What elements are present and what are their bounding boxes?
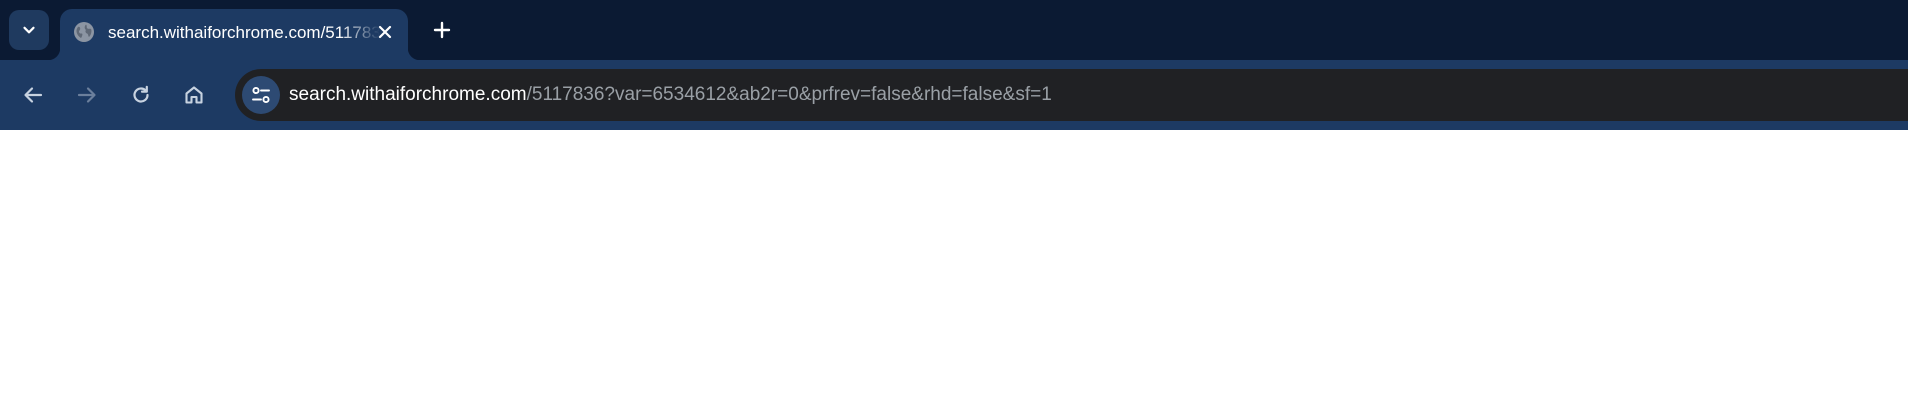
chevron-down-icon: [21, 22, 37, 38]
address-bar[interactable]: search.withaiforchrome.com/5117836?var=6…: [235, 69, 1908, 121]
home-button[interactable]: [172, 73, 216, 117]
forward-button[interactable]: [65, 73, 109, 117]
url-text[interactable]: search.withaiforchrome.com/5117836?var=6…: [289, 69, 1052, 121]
tab-close-button[interactable]: [371, 18, 399, 46]
tune-icon: [250, 84, 272, 106]
reload-icon: [130, 84, 152, 106]
tab-search-button[interactable]: [9, 10, 49, 50]
reload-button[interactable]: [119, 73, 163, 117]
globe-icon: [73, 21, 95, 43]
new-tab-button[interactable]: [424, 12, 460, 48]
url-path: /5117836?var=6534612&ab2r=0&prfrev=false…: [526, 84, 1052, 105]
site-info-button[interactable]: [242, 76, 280, 114]
active-tab[interactable]: search.withaiforchrome.com/5117836?var=6…: [48, 9, 420, 60]
url-host: search.withaiforchrome.com: [289, 84, 527, 105]
browser-window: search.withaiforchrome.com/5117836?var=6…: [0, 0, 1908, 402]
arrow-right-icon: [76, 84, 98, 106]
page-content: [0, 130, 1908, 402]
close-icon: [378, 25, 392, 39]
arrow-left-icon: [22, 84, 44, 106]
toolbar: search.withaiforchrome.com/5117836?var=6…: [0, 60, 1908, 130]
tab-strip: search.withaiforchrome.com/5117836?var=6…: [0, 0, 1908, 60]
back-button[interactable]: [11, 73, 55, 117]
tab-title: search.withaiforchrome.com/5117836?var=6…: [108, 23, 380, 42]
plus-icon: [433, 21, 451, 39]
home-icon: [183, 84, 205, 106]
